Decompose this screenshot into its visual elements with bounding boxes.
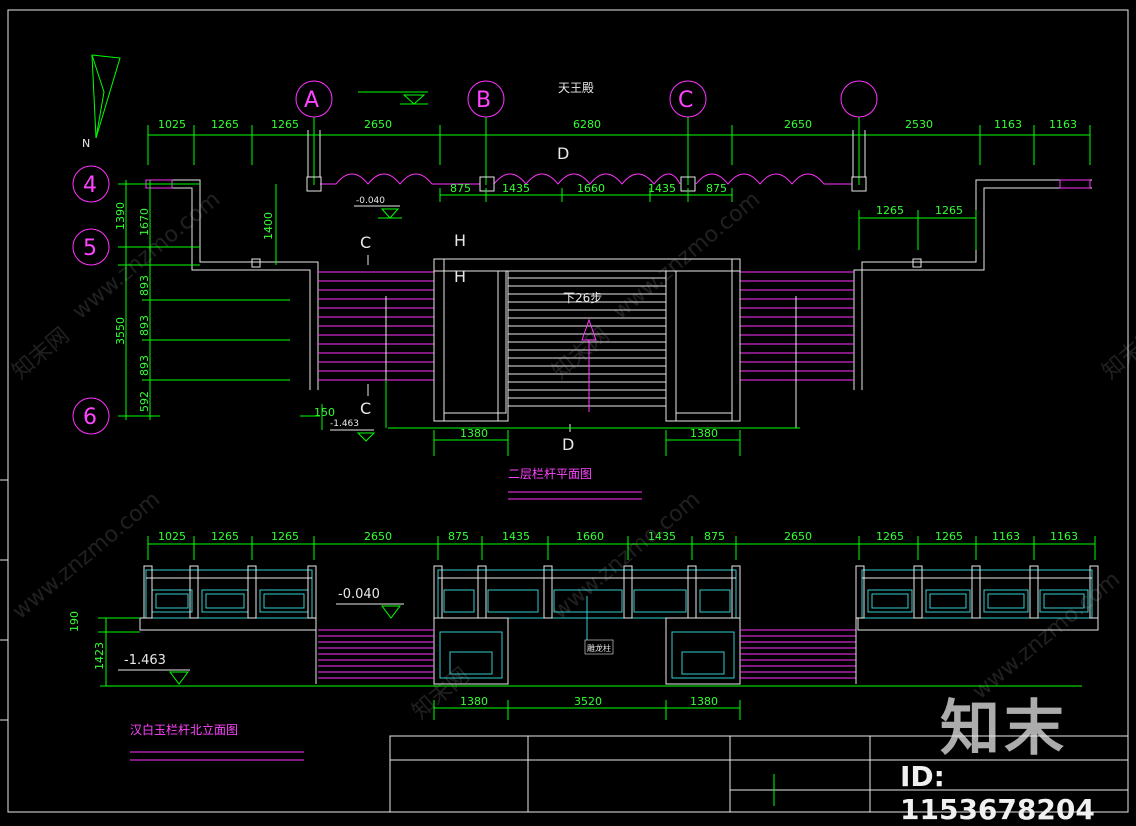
elev-dim: 1163 (1050, 530, 1078, 543)
plan-dim: 2530 (905, 118, 933, 131)
elev-dim: 1660 (576, 530, 604, 543)
plan-dim: 1163 (994, 118, 1022, 131)
elev-dim: 1265 (211, 530, 239, 543)
elev-dim: 1025 (158, 530, 186, 543)
plan-inner-dim: 1660 (577, 182, 605, 195)
hall-title: 天王殿 (558, 81, 594, 95)
elev-dim: 1265 (271, 530, 299, 543)
grid-number-6: 6 (83, 405, 97, 430)
plan-bottom-dim: 1380 (460, 427, 488, 440)
plan-inner-dim: 875 (706, 182, 727, 195)
plan-dim-150: 150 (314, 406, 335, 419)
elevation-caption: 汉白玉栏杆北立面图 (130, 722, 238, 737)
plan-left-dim: 592 (138, 391, 151, 412)
stair-note: 下26步 (563, 291, 602, 305)
svg-text:知末网: 知末网 (1098, 323, 1136, 385)
elev-dim-1423: 1423 (93, 642, 106, 670)
plan-inner-dim: 1435 (502, 182, 530, 195)
elev-level-2: -1.463 (124, 653, 166, 668)
plan-left-railing (146, 179, 319, 390)
plan-dim: 1265 (271, 118, 299, 131)
svg-text:www.znzmo.com: www.znzmo.com (8, 487, 165, 625)
section-h-top: H (454, 231, 466, 250)
plan-left-dim: 1390 (114, 202, 127, 230)
elev-bottom-dim: 3520 (574, 695, 602, 708)
grid-letter-a: A (304, 88, 319, 113)
grid-number-5: 5 (83, 236, 97, 261)
plan-right-dim: 1265 (935, 204, 963, 217)
plan-bottom-dim: 1380 (690, 427, 718, 440)
plan-dim: 6280 (573, 118, 601, 131)
grid-number-4: 4 (83, 173, 97, 198)
elev-center-label: 雕龙柱 (587, 643, 611, 653)
section-h-bottom: H (454, 267, 466, 286)
plan-level-1: -0.040 (356, 196, 385, 206)
elev-dim: 1265 (876, 530, 904, 543)
section-c-top: C (360, 233, 371, 252)
plan-dim: 1025 (158, 118, 186, 131)
elev-bottom-dim: 1380 (690, 695, 718, 708)
elev-dim: 875 (704, 530, 725, 543)
plan-dim: 1163 (1049, 118, 1077, 131)
brand-logo: 知末 (940, 694, 1068, 764)
elev-bottom-dim: 1380 (460, 695, 488, 708)
image-id-label: ID: 1153678204 (900, 760, 1095, 826)
plan-dim: 2650 (784, 118, 812, 131)
elev-dim: 875 (448, 530, 469, 543)
elev-dim: 1265 (935, 530, 963, 543)
section-c-bottom: C (360, 399, 371, 418)
plan-right-stairs (740, 271, 854, 381)
svg-text:知末网: 知末网 (8, 323, 75, 385)
north-arrow-icon: N (82, 54, 121, 150)
plan-dim: 2650 (364, 118, 392, 131)
plan-left-dim: 893 (138, 355, 151, 376)
plan-level-2: -1.463 (330, 419, 359, 429)
plan-dim-1400: 1400 (262, 212, 275, 240)
elev-dim: 2650 (364, 530, 392, 543)
elev-level-1: -0.040 (338, 587, 380, 602)
plan-top-dimensions: 1025 1265 1265 2650 6280 2650 2530 1163 … (147, 118, 1091, 165)
svg-text:www.znzmo.com: www.znzmo.com (608, 187, 765, 325)
elev-dim: 1163 (992, 530, 1020, 543)
plan-caption: 二层栏杆平面图 (508, 466, 592, 481)
section-d-bottom: D (562, 435, 574, 454)
watermark-text: 知末网 www.znzmo.com 知末网 www.znzmo.com www.… (8, 187, 1136, 725)
plan-left-total: 3550 (114, 317, 127, 345)
plan-left-stairs (318, 271, 434, 381)
grid-letter-c: C (678, 88, 693, 113)
elev-dim-190: 190 (68, 611, 81, 632)
plan-left-dim: 1670 (138, 208, 151, 236)
grid-bubble-d (840, 80, 878, 118)
north-label: N (82, 137, 90, 150)
plan-left-dim: 893 (138, 315, 151, 336)
plan-right-dim: 1265 (876, 204, 904, 217)
plan-dim: 1265 (211, 118, 239, 131)
plan-inner-dim: 875 (450, 182, 471, 195)
svg-text:www.znzmo.com: www.znzmo.com (548, 487, 705, 625)
plan-inner-dim: 1435 (648, 182, 676, 195)
elevation-left-balustrade (139, 565, 317, 631)
plan-left-dim: 893 (138, 275, 151, 296)
grid-letter-b: B (476, 88, 491, 113)
elev-dim: 2650 (784, 530, 812, 543)
svg-text:知末网: 知末网 (548, 323, 615, 385)
section-d-top: D (557, 144, 569, 163)
elev-dim: 1435 (502, 530, 530, 543)
